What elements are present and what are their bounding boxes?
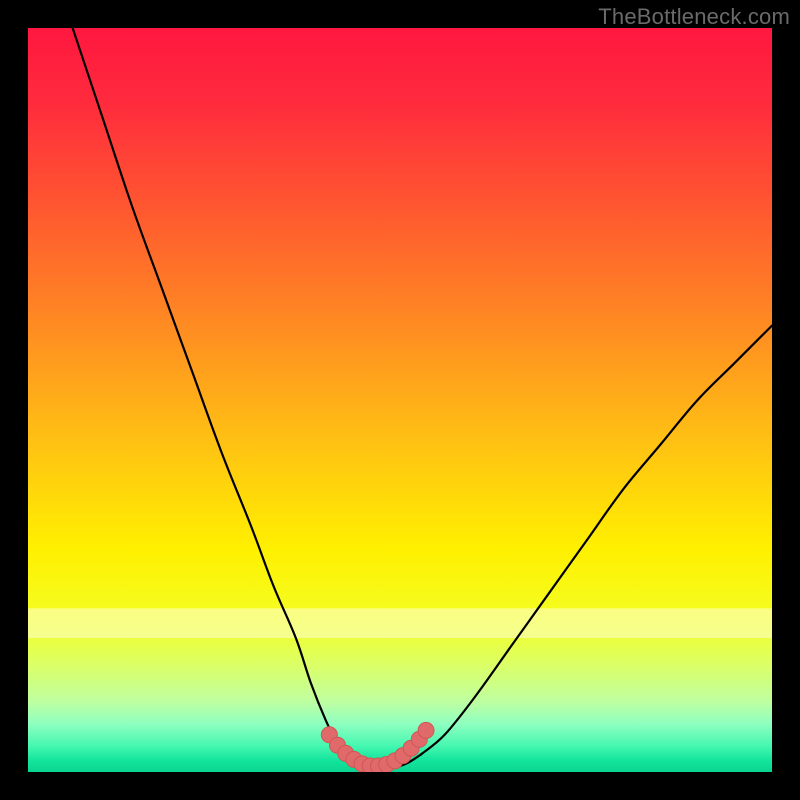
gradient-background (28, 28, 772, 772)
chart-svg (28, 28, 772, 772)
outer-frame: TheBottleneck.com (0, 0, 800, 800)
plot-area (28, 28, 772, 772)
valley-marker-dot (418, 722, 434, 738)
highlight-band (28, 608, 772, 638)
watermark-text: TheBottleneck.com (598, 4, 790, 30)
